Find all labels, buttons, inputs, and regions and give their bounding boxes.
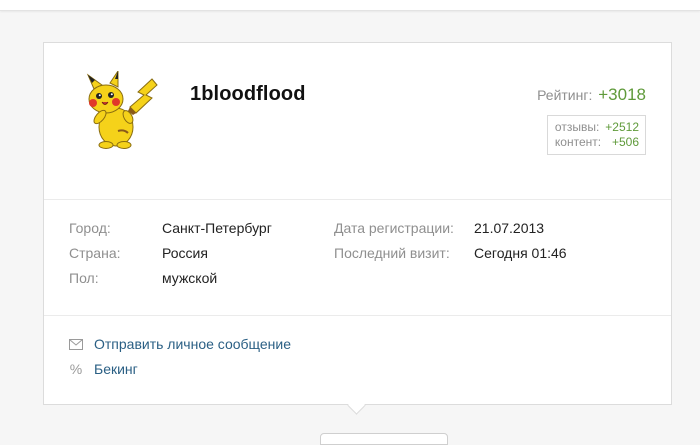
country-label: Страна: (69, 245, 121, 261)
details-labels-left: Город: Страна: Пол: (69, 216, 121, 291)
username: 1bloodflood (190, 83, 306, 105)
percent-icon: % (69, 361, 83, 377)
content-value: +506 (611, 135, 639, 149)
rating-content-row: контент: +506 (555, 135, 639, 150)
details-labels-right: Дата регистрации: Последний визит: (334, 216, 454, 266)
send-message-link[interactable]: Отправить личное сообщение (68, 336, 291, 352)
last-visit-value: Сегодня 01:46 (474, 245, 567, 261)
country-value: Россия (162, 245, 208, 261)
rating: Рейтинг: +3018 (537, 85, 646, 105)
envelope-icon (68, 338, 84, 350)
reviews-label: отзывы: (554, 120, 600, 134)
backing-link[interactable]: % Бекинг (68, 361, 138, 377)
send-message-label[interactable]: Отправить личное сообщение (94, 336, 291, 352)
divider (44, 199, 671, 200)
registered-value: 21.07.2013 (474, 220, 545, 236)
details-values-left: Санкт-Петербург Россия мужской (162, 216, 272, 291)
pikachu-avatar (78, 69, 162, 155)
details-values-right: 21.07.2013 Сегодня 01:46 (474, 216, 567, 266)
city-label: Город: (69, 220, 111, 236)
top-navigation-bar (0, 0, 700, 11)
profile-card: 1bloodflood Рейтинг: +3018 отзывы: +2512… (43, 42, 672, 405)
city-value: Санкт-Петербург (162, 220, 272, 236)
reviews-value: +2512 (605, 120, 639, 134)
rating-reviews-row: отзывы: +2512 (555, 120, 639, 135)
gender-label: Пол: (69, 270, 99, 286)
content-label: контент: (554, 135, 602, 149)
gender-value: мужской (162, 270, 218, 286)
rating-breakdown: отзывы: +2512 контент: +506 (546, 115, 646, 155)
registered-label: Дата регистрации: (334, 220, 454, 236)
backing-label[interactable]: Бекинг (94, 361, 138, 377)
last-visit-label: Последний визит: (334, 245, 450, 261)
divider (44, 315, 671, 316)
rating-value: +3018 (598, 85, 646, 104)
bottom-tab[interactable] (320, 433, 448, 445)
rating-label: Рейтинг: (537, 87, 593, 103)
